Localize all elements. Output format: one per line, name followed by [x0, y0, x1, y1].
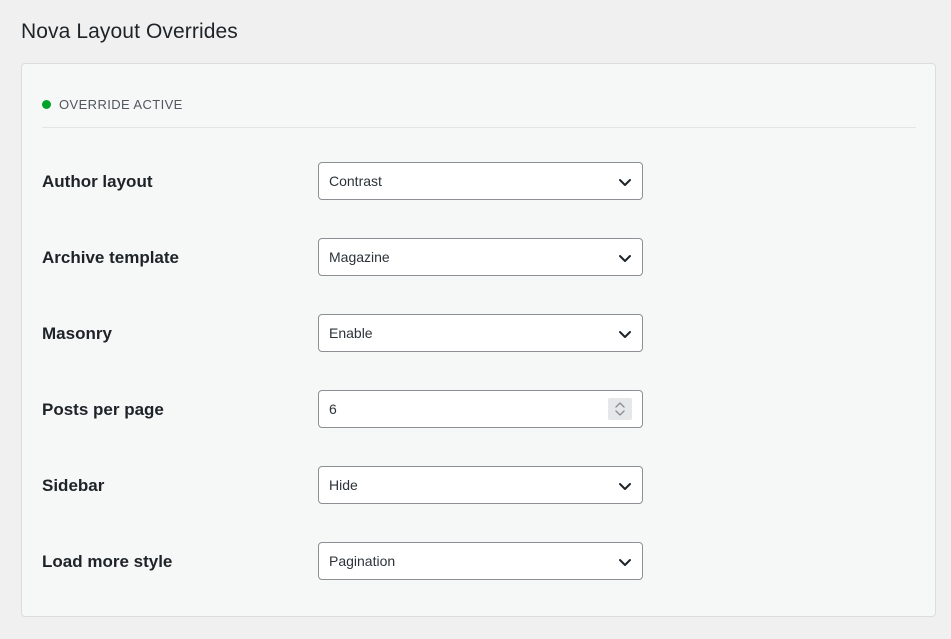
page-title: Nova Layout Overrides: [21, 20, 238, 43]
load-more-style-select[interactable]: Pagination: [318, 542, 643, 580]
load-more-style-label: Load more style: [42, 552, 173, 571]
chevron-down-icon: [619, 483, 631, 490]
load-more-style-value: Pagination: [329, 553, 396, 569]
number-spinner[interactable]: [608, 398, 632, 420]
field-row-author-layout: Author layout Contrast: [42, 162, 916, 200]
posts-per-page-input[interactable]: 6: [318, 390, 643, 428]
sidebar-value: Hide: [329, 477, 358, 493]
spin-up-icon[interactable]: [615, 402, 625, 408]
chevron-down-icon: [619, 331, 631, 338]
field-row-archive-template: Archive template Magazine: [42, 238, 916, 276]
author-layout-label: Author layout: [42, 172, 153, 191]
settings-panel: OVERRIDE ACTIVE Author layout Contrast A…: [21, 63, 936, 617]
field-row-masonry: Masonry Enable: [42, 314, 916, 352]
field-row-load-more-style: Load more style Pagination: [42, 542, 916, 580]
spin-down-icon[interactable]: [615, 410, 625, 416]
status-indicator: OVERRIDE ACTIVE: [42, 94, 183, 114]
chevron-down-icon: [619, 255, 631, 262]
masonry-select[interactable]: Enable: [318, 314, 643, 352]
status-dot-icon: [42, 99, 51, 109]
archive-template-label: Archive template: [42, 248, 179, 267]
status-text: OVERRIDE ACTIVE: [59, 96, 183, 112]
field-row-posts-per-page: Posts per page 6: [42, 390, 916, 428]
posts-per-page-label: Posts per page: [42, 400, 164, 419]
posts-per-page-value: 6: [329, 401, 337, 417]
chevron-down-icon: [619, 179, 631, 186]
author-layout-value: Contrast: [329, 173, 382, 189]
sidebar-label: Sidebar: [42, 476, 105, 495]
field-row-sidebar: Sidebar Hide: [42, 466, 916, 504]
chevron-down-icon: [619, 559, 631, 566]
masonry-label: Masonry: [42, 324, 112, 343]
sidebar-select[interactable]: Hide: [318, 466, 643, 504]
archive-template-select[interactable]: Magazine: [318, 238, 643, 276]
masonry-value: Enable: [329, 325, 373, 341]
divider: [42, 127, 916, 128]
archive-template-value: Magazine: [329, 249, 390, 265]
author-layout-select[interactable]: Contrast: [318, 162, 643, 200]
